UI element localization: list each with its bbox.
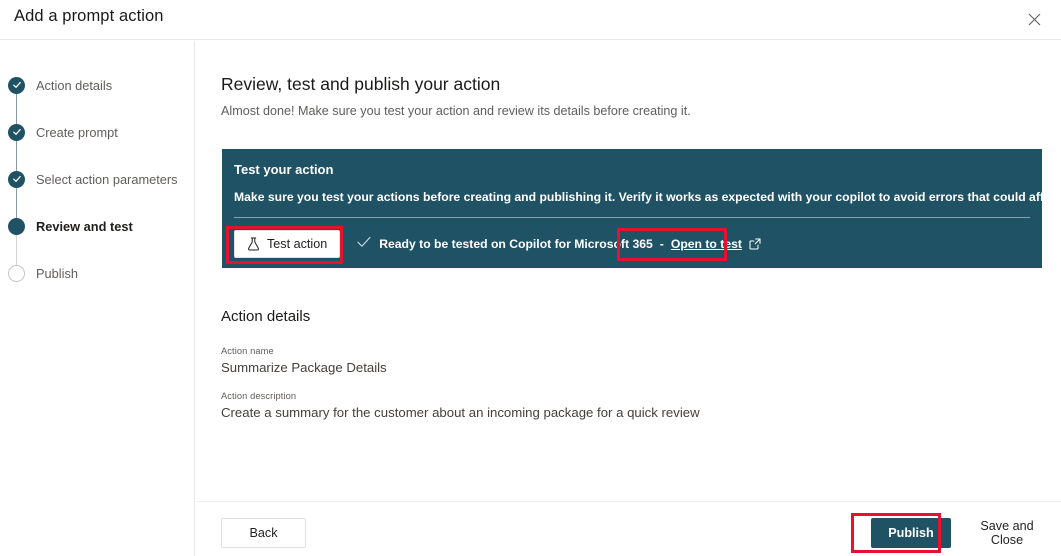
open-to-test-link[interactable]: Open to test [671,237,761,251]
field-label: Action description [221,391,700,401]
ready-status: Ready to be tested on Copilot for Micros… [357,235,653,253]
close-button[interactable] [1019,4,1049,34]
sidebar-item-action-details[interactable]: Action details [8,73,112,97]
stepper-rail: Action details Create prompt Select acti… [0,41,195,556]
save-and-close-button[interactable]: Save and Close [957,518,1057,548]
field-label: Action name [221,346,387,356]
test-action-button[interactable]: Test action [234,230,340,258]
dialog-body: Action details Create prompt Select acti… [0,41,1061,556]
publish-button[interactable]: Publish [871,518,951,548]
separator-dash: - [660,237,664,251]
sidebar-item-review-and-test[interactable]: Review and test [8,214,133,238]
sidebar-item-publish[interactable]: Publish [8,261,78,285]
test-action-button-label: Test action [267,237,327,251]
open-to-test-label: Open to test [671,237,742,251]
external-link-icon [749,238,761,250]
sidebar-item-label: Action details [36,78,112,93]
back-button[interactable]: Back [221,518,306,548]
dialog-footer: Back Publish Save and Close [196,501,1061,556]
field-action-description: Action description Create a summary for … [221,391,700,420]
step-complete-icon [8,124,25,141]
step-complete-icon [8,77,25,94]
close-icon [1028,13,1041,26]
page-subtitle: Almost done! Make sure you test your act… [221,104,691,118]
step-current-icon [8,218,25,235]
sidebar-item-label: Create prompt [36,125,118,140]
step-complete-icon [8,171,25,188]
field-value: Summarize Package Details [221,360,387,375]
dialog-header: Add a prompt action [0,0,1061,40]
sidebar-item-label: Publish [36,266,78,281]
test-action-banner: Test your action Make sure you test your… [222,149,1042,268]
step-pending-icon [8,265,25,282]
page-title: Review, test and publish your action [221,74,500,95]
field-action-name: Action name Summarize Package Details [221,346,387,375]
banner-description: Make sure you test your actions before c… [234,190,1061,204]
sidebar-item-label: Review and test [36,219,133,234]
banner-actions: Test action Ready to be tested on Copilo… [234,229,761,259]
checkmark-icon [357,235,371,253]
dialog-title: Add a prompt action [14,7,164,26]
sidebar-item-label: Select action parameters [36,172,178,187]
banner-divider [234,217,1030,218]
field-value: Create a summary for the customer about … [221,405,700,420]
sidebar-item-select-action-parameters[interactable]: Select action parameters [8,167,178,191]
main-content: Review, test and publish your action Alm… [196,41,1061,556]
sidebar-item-create-prompt[interactable]: Create prompt [8,120,118,144]
flask-icon [247,237,260,251]
ready-status-label: Ready to be tested on Copilot for Micros… [379,237,653,251]
section-title-action-details: Action details [221,308,310,325]
banner-title: Test your action [234,162,333,177]
